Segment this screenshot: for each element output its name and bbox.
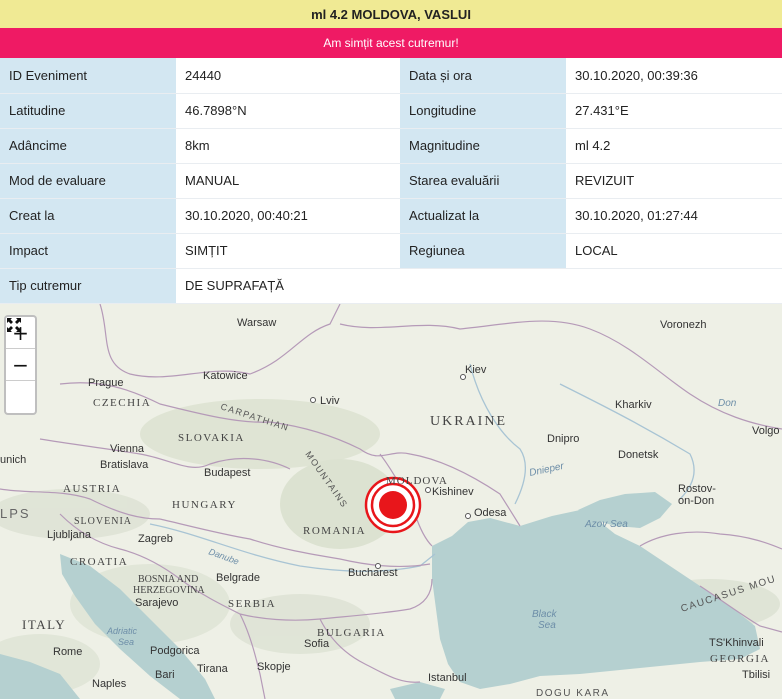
map-label: TS'Khinvali (709, 637, 764, 649)
magnitude-label: Magnitudine (400, 128, 566, 164)
map-label: Skopje (257, 661, 291, 673)
map-label: UKRAINE (430, 414, 507, 429)
map-label: AUSTRIA (63, 483, 121, 495)
map-label: Budapest (204, 467, 250, 479)
map-label: Sofia (304, 638, 330, 650)
created-value: 30.10.2020, 00:40:21 (176, 198, 400, 234)
longitude-value: 27.431°E (566, 93, 782, 129)
table-row: Adâncime 8km Magnitudine ml 4.2 (0, 128, 782, 164)
map-label: Vienna (110, 443, 145, 455)
updated-value: 30.10.2020, 01:27:44 (566, 198, 782, 234)
event-id-label: ID Eveniment (0, 58, 176, 94)
map-label: Voronezh (660, 319, 706, 331)
fullscreen-icon (7, 318, 21, 332)
map-label: Tirana (197, 663, 229, 675)
earthquake-type-label: Tip cutremur (0, 268, 176, 304)
map-label: Istanbul (428, 672, 467, 684)
map-label: Dnipro (547, 433, 579, 445)
map-label: Tbilisi (742, 669, 770, 681)
map-label: Kiev (465, 364, 487, 376)
latitude-value: 46.7898°N (176, 93, 400, 129)
region-value: LOCAL (566, 233, 782, 269)
map-label: Donetsk (618, 449, 659, 461)
map-label: Bucharest (348, 567, 398, 579)
depth-value: 8km (176, 128, 400, 164)
map-label: CZECHIA (93, 397, 151, 409)
zoom-out-button[interactable]: − (6, 349, 35, 381)
map-label: LPS (0, 506, 31, 521)
map-label: Bari (155, 669, 175, 681)
map-label: on-Don (678, 495, 714, 507)
map-label: Naples (92, 678, 127, 690)
map-label: Kishinev (432, 486, 474, 498)
magnitude-value: ml 4.2 (566, 128, 782, 164)
map-label: BOSNIA AND (138, 574, 198, 585)
region-label: Regiunea (400, 233, 566, 269)
map-label: Rome (53, 646, 82, 658)
depth-label: Adâncime (0, 128, 176, 164)
latitude-label: Latitudine (0, 93, 176, 129)
table-row: Mod de evaluare MANUAL Starea evaluării … (0, 163, 782, 199)
map-label: Black (532, 609, 557, 620)
map-label: Katowice (203, 370, 248, 382)
event-title: ml 4.2 MOLDOVA, VASLUI (0, 0, 782, 28)
table-row: Tip cutremur DE SUPRAFAȚĂ (0, 268, 782, 304)
zoom-control: + − (4, 315, 37, 415)
map-label: Don (718, 398, 737, 409)
datetime-label: Data și ora (400, 58, 566, 94)
table-row: Impact SIMȚIT Regiunea LOCAL (0, 233, 782, 269)
map-label: DOGU KARA (536, 688, 610, 699)
map-label: Azov Sea (584, 519, 628, 530)
map-label: Belgrade (216, 572, 260, 584)
map-label: Zagreb (138, 533, 173, 545)
updated-label: Actualizat la (400, 198, 566, 234)
map-label: Sea (538, 620, 556, 631)
map-label: CROATIA (70, 556, 128, 568)
map-label: HUNGARY (172, 499, 237, 511)
evaluation-status-value: REVIZUIT (566, 163, 782, 199)
table-row: Latitudine 46.7898°N Longitudine 27.431°… (0, 93, 782, 129)
map-label: Odesa (474, 507, 507, 519)
map-label: Volgo (752, 425, 780, 437)
map-label: unich (0, 454, 26, 466)
map-label: Sea (118, 637, 134, 647)
event-id-value: 24440 (176, 58, 400, 94)
map-label: SERBIA (228, 598, 276, 610)
map-label: Warsaw (237, 317, 276, 329)
evaluation-mode-label: Mod de evaluare (0, 163, 176, 199)
datetime-value: 30.10.2020, 00:39:36 (566, 58, 782, 94)
earthquake-type-value: DE SUPRAFAȚĂ (176, 268, 782, 304)
map-label: GEORGIA (710, 653, 770, 665)
impact-value: SIMȚIT (176, 233, 400, 269)
map-label: SLOVAKIA (178, 432, 245, 444)
longitude-label: Longitudine (400, 93, 566, 129)
table-row: Creat la 30.10.2020, 00:40:21 Actualizat… (0, 198, 782, 234)
map-label: Ljubljana (47, 529, 92, 541)
map-label: Podgorica (150, 645, 200, 657)
map-label: SLOVENIA (74, 516, 132, 527)
felt-earthquake-button[interactable]: Am simțit acest cutremur! (0, 28, 782, 58)
evaluation-mode-value: MANUAL (176, 163, 400, 199)
map-label: HERZEGOVINA (133, 585, 205, 596)
map-label: Lviv (320, 395, 340, 407)
map-label: Bratislava (100, 459, 149, 471)
fullscreen-button[interactable] (6, 318, 35, 413)
table-row: ID Eveniment 24440 Data și ora 30.10.202… (0, 58, 782, 94)
map-label: ITALY (22, 617, 66, 632)
map-label: Sarajevo (135, 597, 178, 609)
map-label: ROMANIA (303, 525, 366, 537)
map-label: Prague (88, 377, 123, 389)
map[interactable]: Warsaw Voronezh Katowice Kiev Prague CZE… (0, 304, 782, 699)
map-label: Adriatic (106, 626, 138, 636)
created-label: Creat la (0, 198, 176, 234)
impact-label: Impact (0, 233, 176, 269)
map-canvas[interactable]: Warsaw Voronezh Katowice Kiev Prague CZE… (0, 304, 782, 699)
map-label: Kharkiv (615, 399, 652, 411)
evaluation-status-label: Starea evaluării (400, 163, 566, 199)
event-details-table: ID Eveniment 24440 Data și ora 30.10.202… (0, 58, 782, 304)
map-label: Rostov- (678, 483, 716, 495)
